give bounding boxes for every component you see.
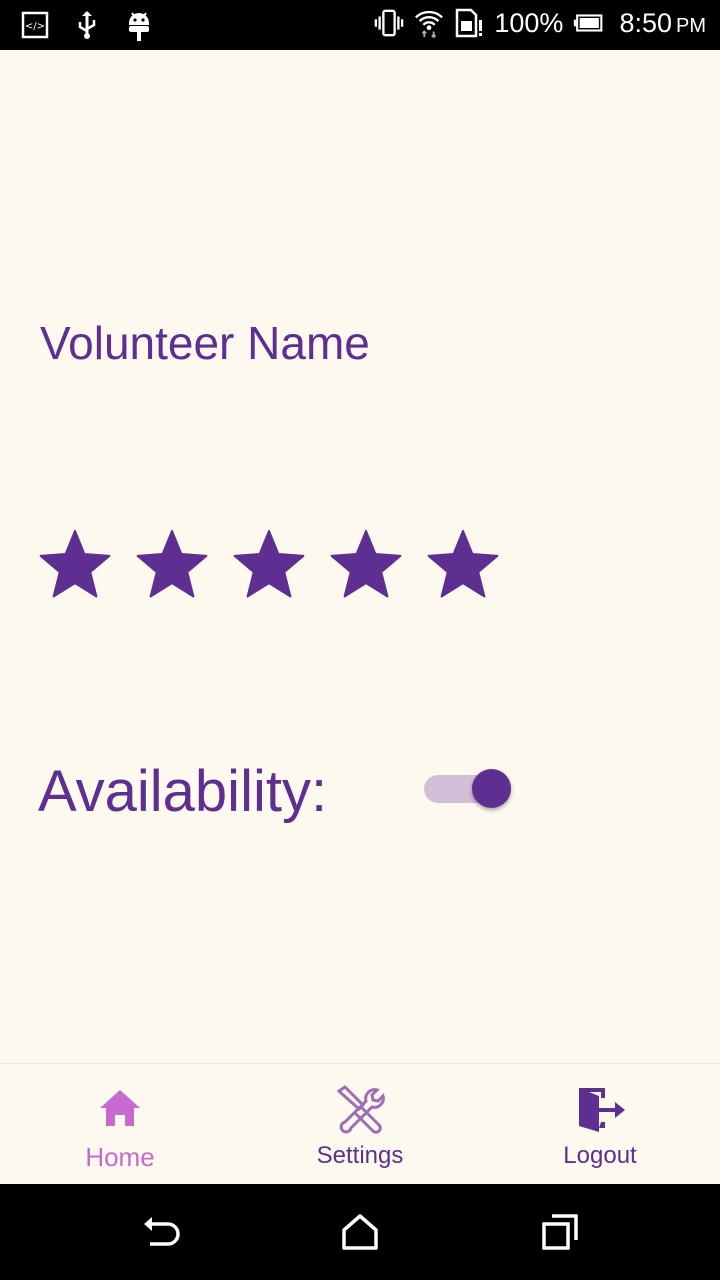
logout-icon <box>579 1088 625 1132</box>
battery-icon <box>573 6 603 40</box>
usb-icon <box>72 8 102 42</box>
clock: 8:50 PM <box>619 8 706 39</box>
developer-mode-icon: </> <box>20 8 50 42</box>
star-icon[interactable] <box>36 526 114 604</box>
nav-logout-label: Logout <box>563 1142 637 1169</box>
nav-home-label: Home <box>85 1142 155 1172</box>
bottom-nav: Home Settings Logout <box>0 1063 720 1185</box>
star-icon[interactable] <box>424 526 502 604</box>
clock-ampm: PM <box>676 14 706 37</box>
screen: </> 100% 8:50 PM Volunteer Name Availabi… <box>0 0 720 1280</box>
volunteer-name: Volunteer Name <box>40 317 370 369</box>
availability-toggle[interactable] <box>424 768 514 810</box>
star-icon[interactable] <box>230 526 308 604</box>
rating-bar[interactable] <box>36 526 502 604</box>
tools-icon <box>336 1085 385 1134</box>
nav-home[interactable]: Home <box>0 1064 240 1185</box>
nav-settings-label: Settings <box>316 1142 404 1169</box>
svg-text:</>: </> <box>25 21 45 32</box>
profile-content: Volunteer Name Availability: <box>0 50 720 1063</box>
sim-card-icon <box>454 6 484 40</box>
nav-logout[interactable]: Logout <box>480 1064 720 1185</box>
home-nav-icon[interactable] <box>340 1212 380 1252</box>
star-icon[interactable] <box>327 526 405 604</box>
star-icon[interactable] <box>133 526 211 604</box>
clock-time: 8:50 <box>619 7 672 38</box>
system-nav-bar <box>0 1184 720 1280</box>
wifi-icon <box>414 6 444 40</box>
status-left-icons: </> <box>20 8 154 42</box>
availability-label: Availability: <box>38 759 328 824</box>
back-icon[interactable] <box>140 1212 180 1252</box>
recents-icon[interactable] <box>540 1212 580 1252</box>
status-right-icons: 100% 8:50 PM <box>374 6 706 40</box>
android-icon <box>124 8 154 42</box>
battery-percent: 100% <box>494 7 564 38</box>
nav-settings[interactable]: Settings <box>240 1064 480 1185</box>
status-bar: </> 100% 8:50 PM <box>0 0 720 50</box>
home-icon <box>100 1090 140 1126</box>
vibrate-icon <box>374 6 404 40</box>
toggle-thumb <box>472 769 511 808</box>
